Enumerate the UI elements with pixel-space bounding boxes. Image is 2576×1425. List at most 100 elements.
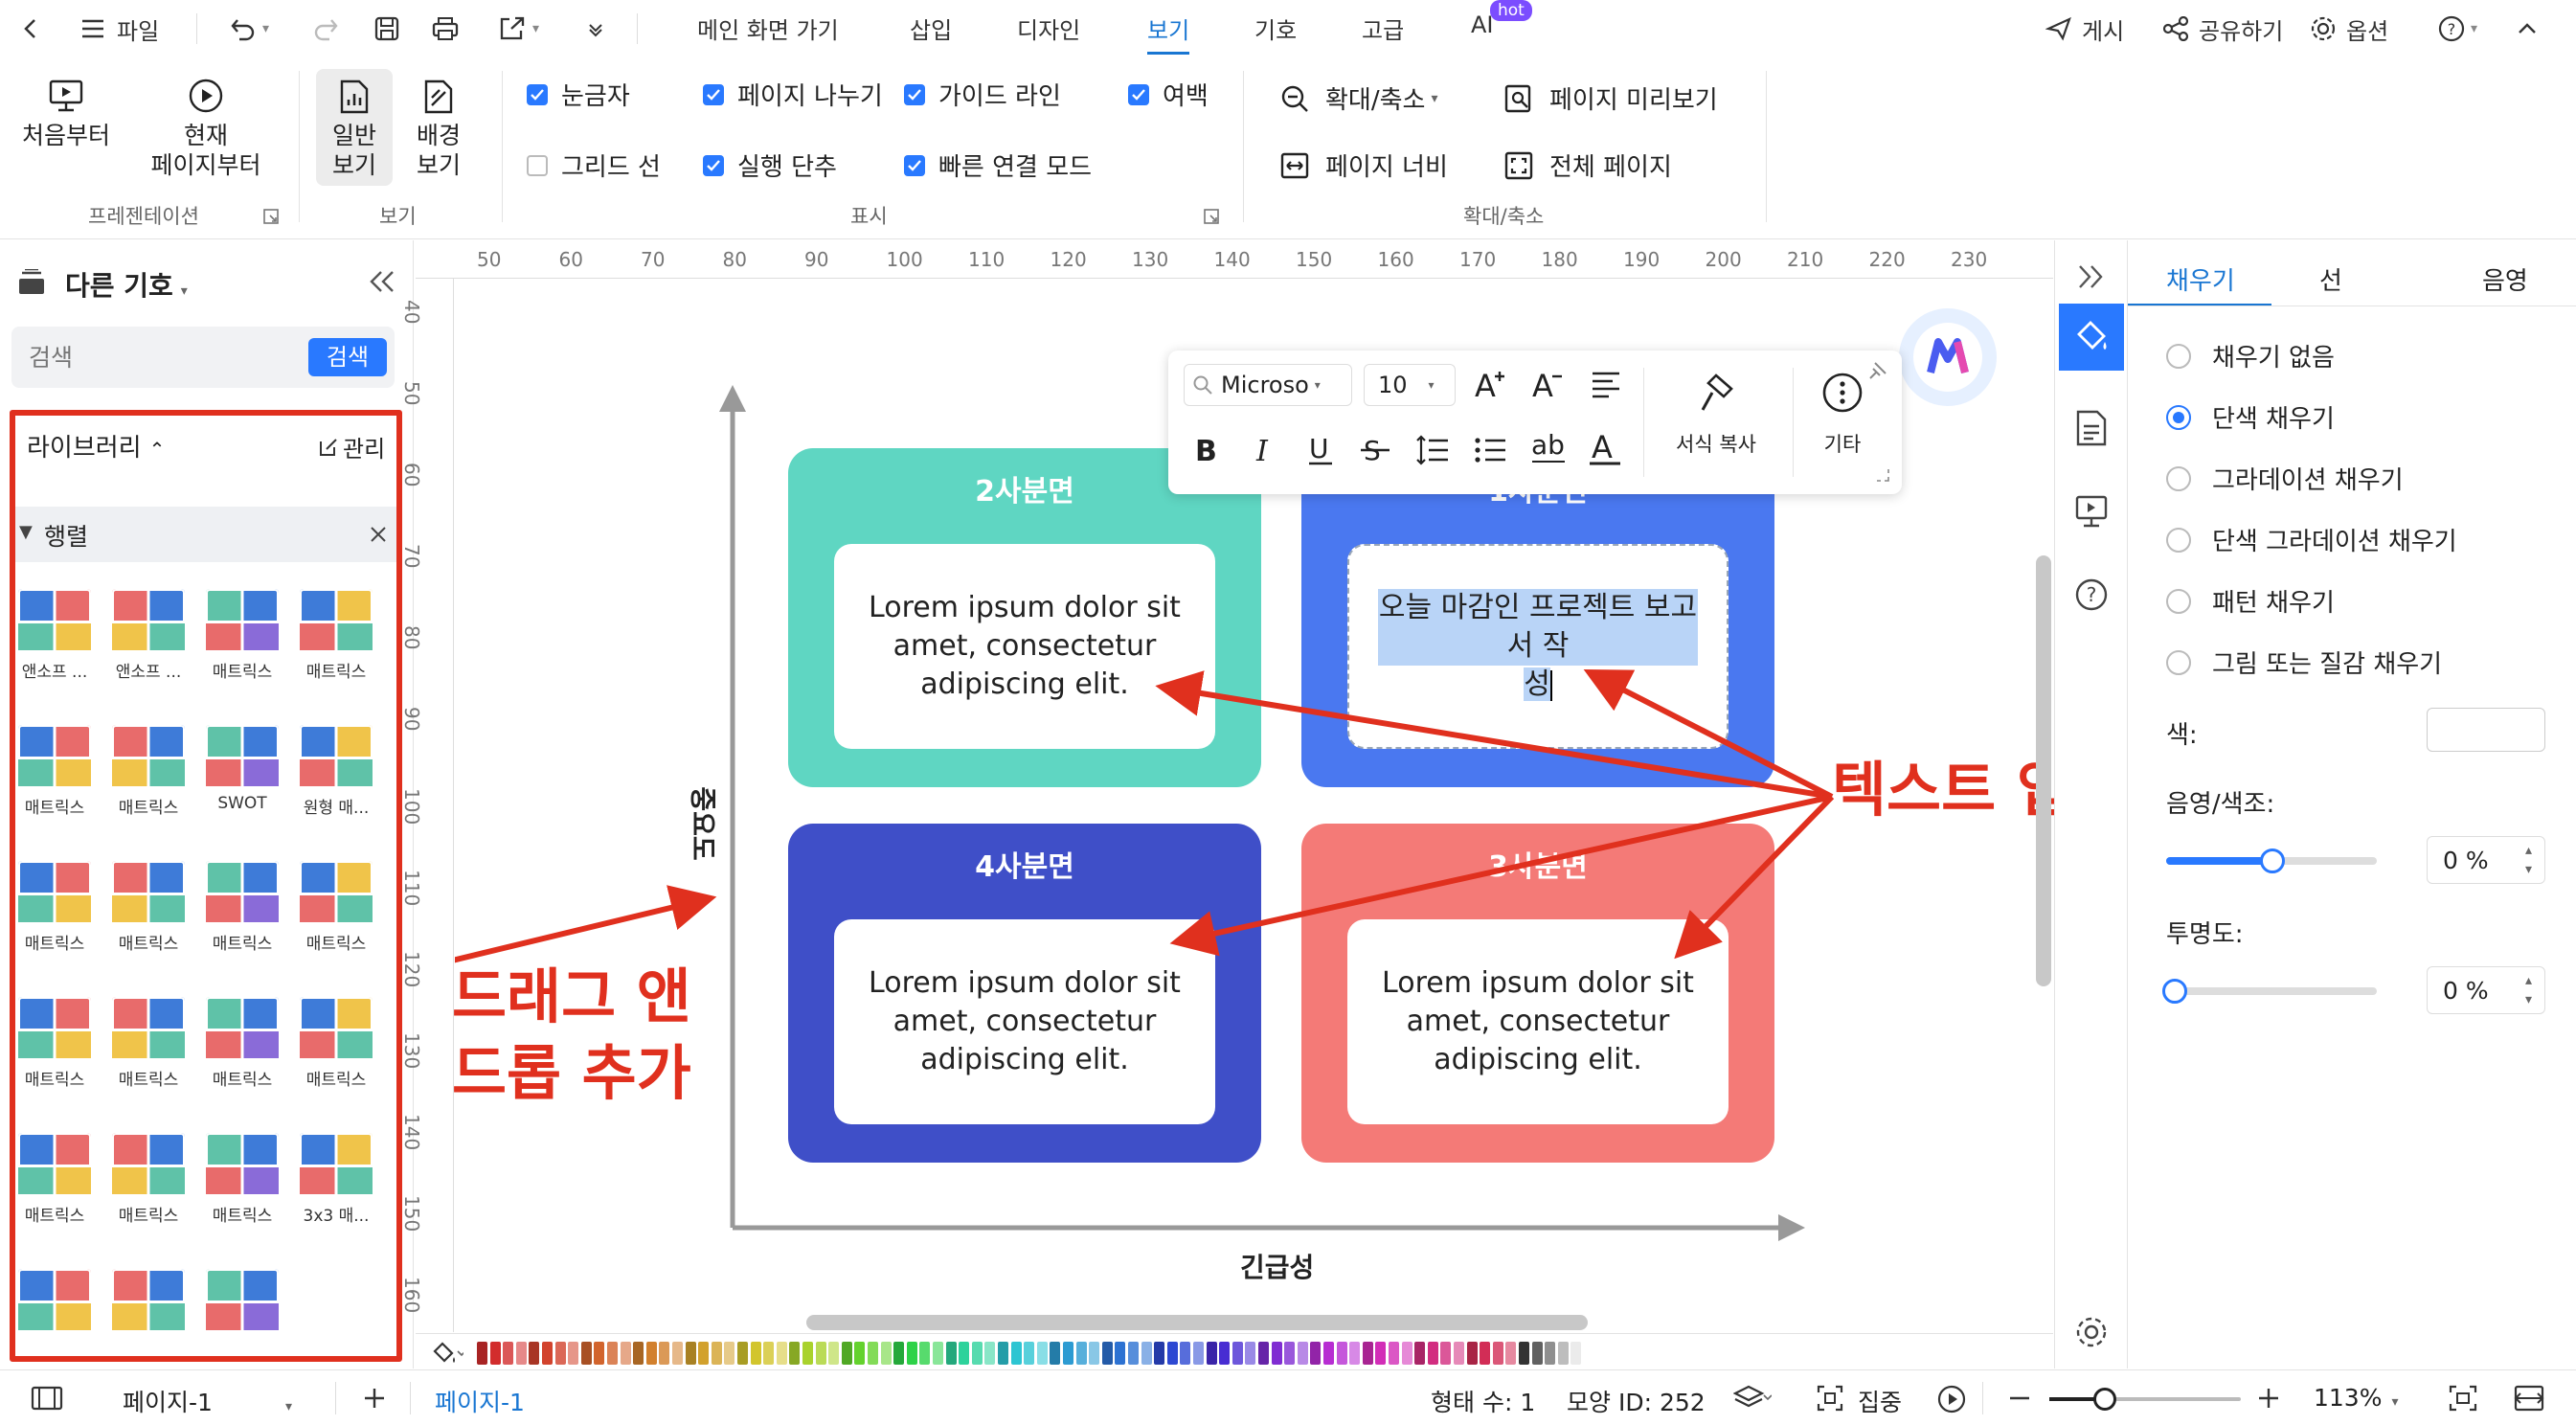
fill-option-picture[interactable]: 그림 또는 질감 채우기 — [2166, 645, 2442, 680]
grid-line-checkbox[interactable]: 그리드 선 — [527, 147, 661, 183]
color-swatch[interactable] — [945, 1342, 957, 1365]
guide-line-checkbox[interactable]: 가이드 라인 — [904, 77, 1061, 112]
color-swatch[interactable] — [594, 1342, 605, 1365]
color-swatch[interactable] — [503, 1342, 514, 1365]
color-swatch[interactable] — [789, 1342, 801, 1365]
color-swatch[interactable] — [1454, 1342, 1464, 1365]
color-swatch[interactable] — [802, 1342, 813, 1365]
color-swatch[interactable] — [1519, 1342, 1529, 1365]
tab-fill[interactable]: 채우기 — [2166, 261, 2235, 297]
quadrant-3-text[interactable]: Lorem ipsum dolor sit amet, consectetur … — [1347, 919, 1729, 1124]
color-swatch[interactable] — [1024, 1342, 1035, 1365]
redo-button[interactable] — [312, 10, 339, 48]
color-swatch[interactable] — [1063, 1342, 1073, 1365]
page-break-checkbox[interactable]: 페이지 나누기 — [703, 77, 883, 112]
options-button[interactable]: 옵션 — [2310, 10, 2388, 48]
document-icon[interactable] — [2074, 409, 2109, 447]
color-swatch[interactable] — [1375, 1342, 1387, 1365]
zoom-out-icon[interactable] — [2007, 1388, 2032, 1409]
opacity-value-input[interactable]: 0 % ▴ ▾ — [2427, 966, 2545, 1014]
color-swatch[interactable] — [1505, 1342, 1517, 1365]
color-swatch[interactable] — [1336, 1342, 1347, 1365]
color-swatch[interactable] — [919, 1342, 931, 1365]
color-swatch[interactable] — [1440, 1342, 1452, 1365]
quadrant-4-text[interactable]: Lorem ipsum dolor sit amet, consectetur … — [834, 919, 1215, 1124]
color-swatch[interactable] — [645, 1342, 657, 1365]
color-swatch[interactable] — [711, 1342, 722, 1365]
tab-advanced[interactable]: 고급 — [1362, 11, 1404, 45]
color-swatch[interactable] — [1206, 1342, 1217, 1365]
color-swatch[interactable] — [1101, 1342, 1113, 1365]
color-swatch[interactable] — [828, 1342, 840, 1365]
color-swatch[interactable] — [933, 1342, 943, 1365]
export-button[interactable]: ▾ — [498, 10, 539, 48]
color-swatch[interactable] — [841, 1342, 852, 1365]
fit-screen-icon[interactable] — [2448, 1384, 2478, 1413]
color-swatch[interactable] — [1310, 1342, 1322, 1365]
file-menu[interactable]: 파일 — [80, 10, 159, 48]
zoom-menu-button[interactable]: 확대/축소 ▾ — [1279, 80, 1437, 116]
dialog-launcher-icon[interactable] — [262, 208, 280, 225]
page-select[interactable]: 페이지-1 ▾ — [123, 1384, 292, 1418]
quadrant-3[interactable]: 3사분면 Lorem ipsum dolor sit amet, consect… — [1301, 824, 1774, 1163]
color-swatch[interactable] — [750, 1342, 761, 1365]
panel-title[interactable]: 다른 기호 ▾ — [65, 265, 188, 304]
tab-home[interactable]: 메인 화면 가기 — [697, 11, 839, 45]
color-swatch[interactable] — [1010, 1342, 1022, 1365]
color-swatch[interactable] — [1128, 1342, 1139, 1365]
tab-symbols[interactable]: 기호 — [1254, 11, 1297, 45]
color-swatch[interactable] — [1545, 1342, 1556, 1365]
strikethrough-icon[interactable]: S — [1360, 435, 1390, 465]
layers-icon[interactable] — [1733, 1384, 1772, 1413]
vertical-scrollbar[interactable] — [2036, 555, 2051, 986]
color-swatch[interactable] — [959, 1342, 970, 1365]
color-swatch[interactable] — [672, 1342, 683, 1365]
opacity-slider-handle[interactable] — [2162, 979, 2187, 1004]
color-swatch[interactable] — [580, 1342, 592, 1365]
color-swatch[interactable] — [515, 1342, 527, 1365]
color-swatch[interactable] — [1180, 1342, 1191, 1365]
color-swatch[interactable] — [854, 1342, 866, 1365]
page-preview-button[interactable]: 페이지 미리보기 — [1503, 80, 1718, 116]
color-swatch[interactable] — [763, 1342, 775, 1365]
tab-view[interactable]: 보기 — [1147, 11, 1190, 55]
margin-checkbox[interactable]: 여백 — [1128, 77, 1209, 112]
zoom-slider-handle[interactable] — [2093, 1388, 2116, 1411]
decrease-font-icon[interactable]: A — [1530, 368, 1567, 400]
undo-step-checkbox[interactable]: 실행 단추 — [703, 147, 837, 183]
fill-option-solid[interactable]: 단색 채우기 — [2166, 399, 2335, 435]
format-copy-button[interactable]: 서식 복사 — [1647, 372, 1785, 458]
color-swatch[interactable] — [1154, 1342, 1165, 1365]
help-button[interactable]: ? ▾ — [2438, 10, 2477, 48]
color-swatch[interactable] — [620, 1342, 631, 1365]
ruler-checkbox[interactable]: 눈금자 — [527, 77, 630, 112]
opacity-slider[interactable] — [2162, 979, 2377, 1004]
focus-label[interactable]: 집중 — [1858, 1384, 1902, 1418]
zoom-in-icon[interactable] — [2256, 1386, 2281, 1411]
fill-option-pattern[interactable]: 패턴 채우기 — [2166, 583, 2335, 619]
color-swatch[interactable] — [685, 1342, 696, 1365]
fill-option-gradient[interactable]: 그라데이션 채우기 — [2166, 461, 2404, 496]
quadrant-1-text-editing[interactable]: 오늘 마감인 프로젝트 보고서 작 성 — [1347, 544, 1729, 749]
color-swatch[interactable] — [971, 1342, 983, 1365]
quadrant-2-text[interactable]: Lorem ipsum dolor sit amet, consectetur … — [834, 544, 1215, 749]
font-size-select[interactable]: 10 ▾ — [1364, 364, 1456, 406]
color-swatch[interactable] — [607, 1342, 618, 1365]
tab-shadow[interactable]: 음영 — [2482, 261, 2528, 297]
fill-color-icon[interactable] — [431, 1340, 463, 1367]
color-swatch[interactable] — [1258, 1342, 1269, 1365]
quadrant-2[interactable]: 2사분면 Lorem ipsum dolor sit amet, consect… — [788, 448, 1261, 787]
pin-icon[interactable] — [1867, 360, 1888, 381]
underline-icon[interactable]: U — [1306, 433, 1335, 467]
fill-option-solid-gradient[interactable]: 단색 그라데이션 채우기 — [2166, 522, 2457, 557]
tab-line[interactable]: 선 — [2319, 261, 2342, 297]
quadrant-4[interactable]: 4사분면 Lorem ipsum dolor sit amet, consect… — [788, 824, 1261, 1163]
present-from-current-button[interactable]: 현재 페이지부터 — [140, 77, 272, 180]
quadrant-1[interactable]: 1사분면 오늘 마감인 프로젝트 보고서 작 성 — [1301, 448, 1774, 787]
color-swatch[interactable] — [1036, 1342, 1048, 1365]
publish-button[interactable]: 게시 — [2045, 10, 2124, 48]
horizontal-scrollbar[interactable] — [806, 1315, 1588, 1330]
collapse-panel-icon[interactable] — [368, 269, 396, 294]
page-tab[interactable]: 페이지-1 — [435, 1384, 525, 1418]
font-color-icon[interactable]: A — [1588, 431, 1624, 467]
